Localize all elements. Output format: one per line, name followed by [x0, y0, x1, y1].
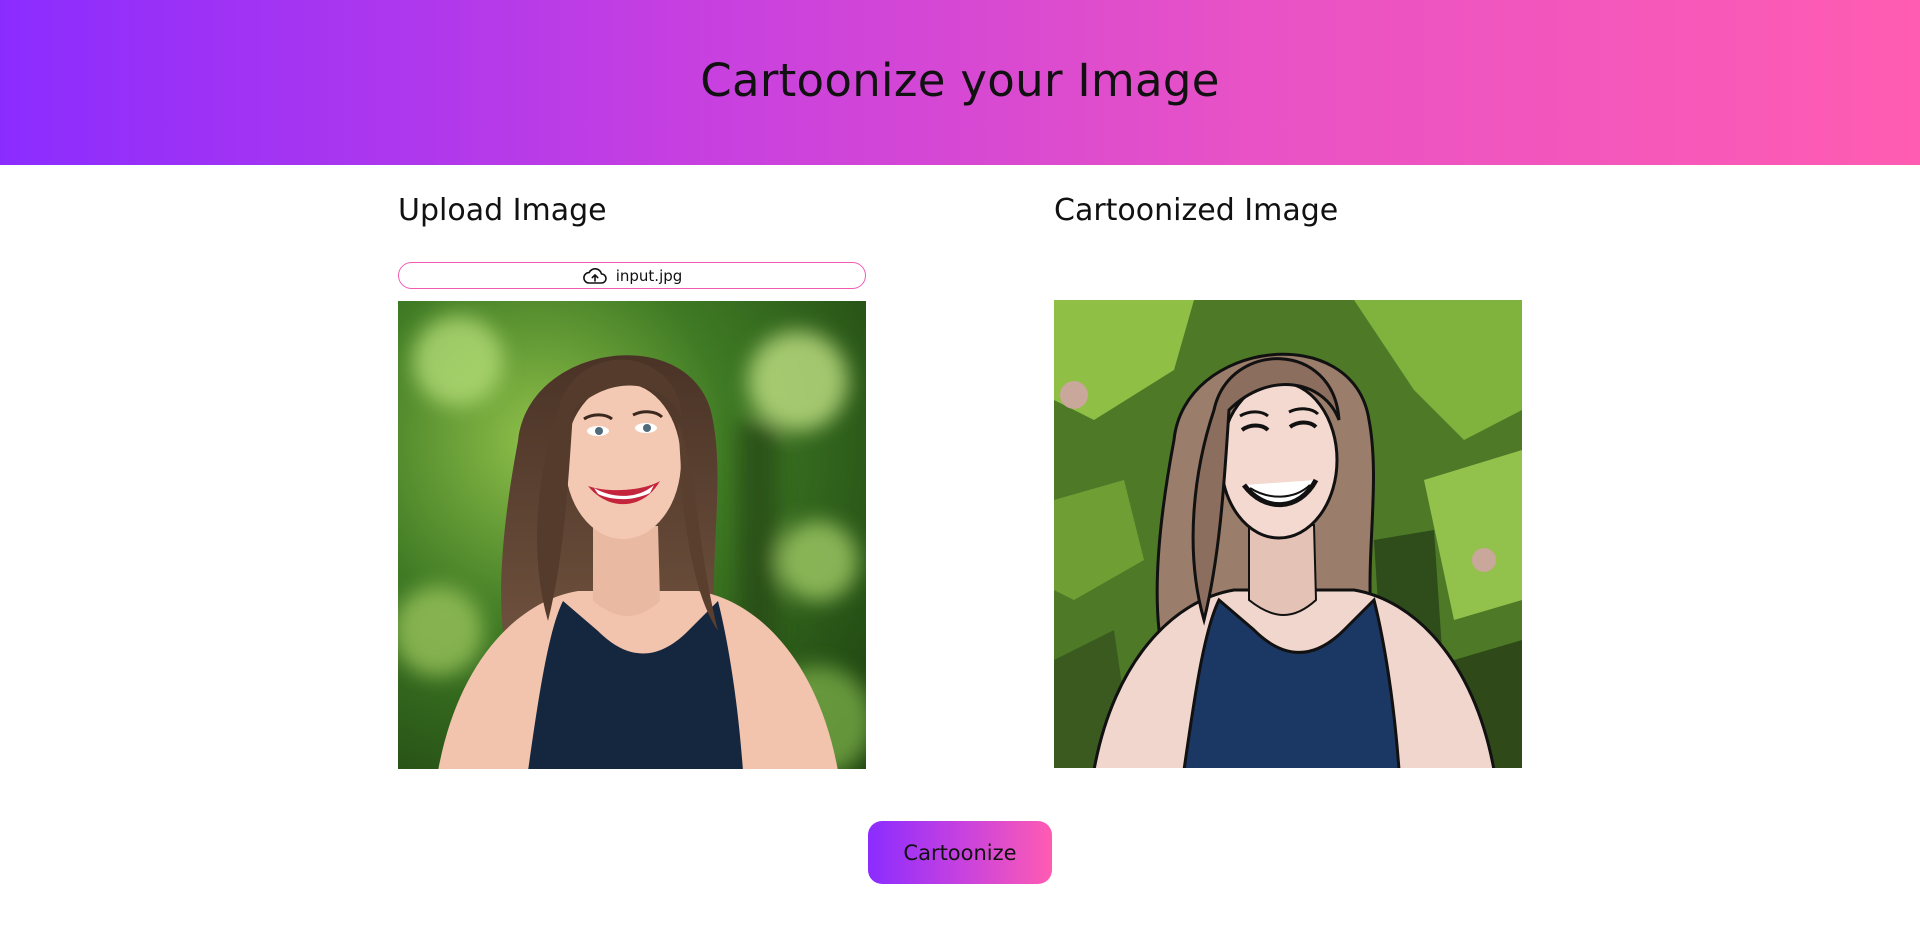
page-title: Cartoonize your Image [700, 54, 1220, 107]
result-section-title: Cartoonized Image [1054, 193, 1339, 228]
input-image [398, 301, 866, 769]
file-name-label: input.jpg [615, 266, 683, 285]
cartoonize-button[interactable]: Cartoonize [868, 821, 1052, 884]
page-header: Cartoonize your Image [0, 0, 1920, 165]
cloud-upload-icon [582, 266, 608, 286]
cartoonized-image [1054, 300, 1522, 768]
upload-section-title: Upload Image [398, 193, 607, 228]
file-upload-input[interactable]: input.jpg [398, 262, 866, 289]
